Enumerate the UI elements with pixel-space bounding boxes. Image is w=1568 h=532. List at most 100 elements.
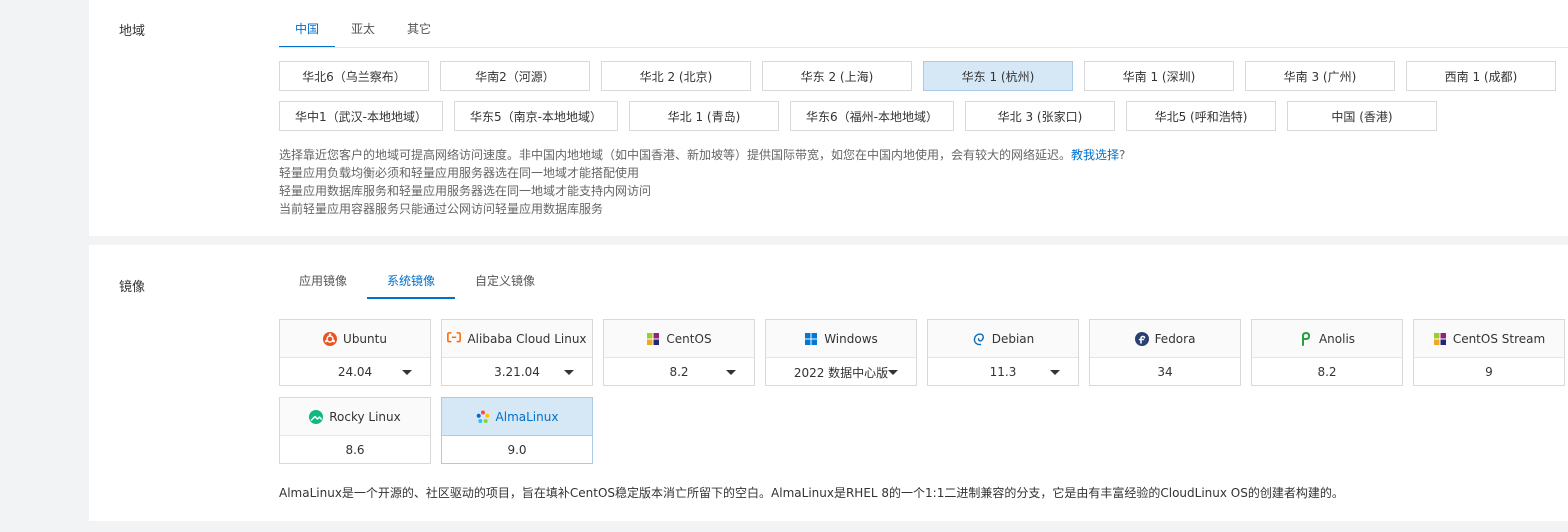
os-version: 9.0	[507, 443, 527, 457]
region-note-4: 当前轻量应用容器服务只能通过公网访问轻量应用数据库服务	[279, 202, 604, 216]
os-description: AlmaLinux是一个开源的、社区驱动的项目，旨在填补CentOS稳定版本消亡…	[279, 486, 1344, 500]
ubuntu-icon	[323, 331, 338, 346]
region-option[interactable]: 华北6（乌兰察布）	[279, 61, 429, 91]
os-version-select[interactable]: 8.2	[604, 358, 754, 386]
region-option[interactable]: 华南2（河源）	[440, 61, 590, 91]
region-option[interactable]: 华南 1 (深圳)	[1084, 61, 1234, 91]
os-grid: Ubuntu 24.04 Alibaba Cloud Linux 3.21.04…	[279, 319, 1568, 475]
os-card[interactable]: Windows 2022 数据中心版	[765, 319, 917, 386]
os-name: Alibaba Cloud Linux	[467, 331, 587, 346]
region-option[interactable]: 华东5（南京-本地地域）	[454, 101, 618, 131]
fedora-icon	[1134, 331, 1149, 346]
os-version-select[interactable]: 8.2	[1252, 358, 1402, 386]
os-card[interactable]: Fedora 34	[1089, 319, 1241, 386]
os-card[interactable]: Alibaba Cloud Linux 3.21.04	[441, 319, 593, 386]
os-version-select[interactable]: 8.6	[280, 436, 430, 464]
os-version: 8.2	[1317, 365, 1337, 379]
image-tab[interactable]: 系统镜像	[367, 271, 456, 299]
os-name: Rocky Linux	[329, 409, 401, 424]
region-tab[interactable]: 亚太	[335, 20, 391, 47]
caret-down-icon[interactable]	[564, 370, 574, 375]
region-option[interactable]: 华中1（武汉-本地地域）	[279, 101, 443, 131]
os-version-select[interactable]: 9	[1414, 358, 1564, 386]
os-card-header[interactable]: Anolis	[1252, 320, 1402, 358]
os-version: 8.6	[345, 443, 365, 457]
os-version: 34	[1157, 365, 1173, 379]
os-card-header[interactable]: Windows	[766, 320, 916, 358]
image-section: 镜像 应用镜像 系统镜像 自定义镜像 Ubuntu 24.04 Alibaba Cl…	[89, 245, 1568, 521]
caret-down-icon[interactable]	[888, 370, 898, 375]
os-card[interactable]: AlmaLinux 9.0	[441, 397, 593, 464]
caret-down-icon[interactable]	[402, 370, 412, 375]
os-card-header[interactable]: Alibaba Cloud Linux	[442, 320, 592, 358]
region-note-1: 选择靠近您客户的地域可提高网络访问速度。非中国内地地域（如中国香港、新加坡等）提…	[279, 148, 1126, 162]
os-row: Rocky Linux 8.6 AlmaLinux 9.0	[279, 397, 1568, 464]
region-option[interactable]: 华北5 (呼和浩特)	[1126, 101, 1276, 131]
windows-icon	[804, 332, 818, 346]
os-card-header[interactable]: CentOS	[604, 320, 754, 358]
os-card[interactable]: Rocky Linux 8.6	[279, 397, 431, 464]
os-version-select[interactable]: 3.21.04	[442, 358, 592, 386]
os-card[interactable]: Debian 11.3	[927, 319, 1079, 386]
os-version: 11.3	[989, 365, 1017, 379]
image-label: 镜像	[119, 280, 146, 295]
region-option[interactable]: 华北 1 (青岛)	[629, 101, 779, 131]
os-card-header[interactable]: CentOS Stream	[1414, 320, 1564, 358]
region-notes: 选择靠近您客户的地域可提高网络访问速度。非中国内地地域（如中国香港、新加坡等）提…	[279, 146, 1125, 218]
debian-icon	[972, 332, 986, 346]
os-version-select[interactable]: 2022 数据中心版	[766, 358, 916, 386]
region-note-2: 轻量应用负载均衡必须和轻量应用服务器选在同一地域才能搭配使用	[279, 166, 640, 180]
os-version: 8.2	[669, 365, 689, 379]
image-tab[interactable]: 应用镜像	[279, 271, 367, 298]
region-option[interactable]: 华南 3 (广州)	[1245, 61, 1395, 91]
os-version: 2022 数据中心版	[793, 365, 889, 380]
region-option[interactable]: 西南 1 (成都)	[1406, 61, 1556, 91]
os-row: Ubuntu 24.04 Alibaba Cloud Linux 3.21.04…	[279, 319, 1568, 386]
almalinux-icon	[476, 410, 490, 424]
os-version: 24.04	[337, 365, 373, 379]
os-card[interactable]: Anolis 8.2	[1251, 319, 1403, 386]
region-grid: 华北6（乌兰察布） 华南2（河源） 华北 2 (北京) 华东 2 (上海) 华东 1 (…	[279, 61, 1568, 141]
os-version-select[interactable]: 24.04	[280, 358, 430, 386]
os-card[interactable]: CentOS Stream 9	[1413, 319, 1565, 386]
os-name: Fedora	[1154, 331, 1196, 346]
region-option[interactable]: 华东 1 (杭州)	[923, 61, 1073, 91]
region-section: 地域 中国 亚太 其它 华北6（乌兰察布） 华南2（河源） 华北 2 (北京) 华东 2 …	[89, 0, 1568, 236]
region-row: 华北6（乌兰察布） 华南2（河源） 华北 2 (北京) 华东 2 (上海) 华东 1 (…	[279, 61, 1568, 91]
os-card-header[interactable]: Debian	[928, 320, 1078, 358]
anolis-icon	[1299, 331, 1313, 346]
os-version: 3.21.04	[494, 365, 540, 379]
os-name: Anolis	[1318, 331, 1356, 346]
region-tab[interactable]: 中国	[279, 20, 336, 48]
os-card[interactable]: CentOS 8.2	[603, 319, 755, 386]
os-name: Ubuntu	[343, 331, 387, 346]
region-option[interactable]: 华北 2 (北京)	[601, 61, 751, 91]
os-card-header[interactable]: AlmaLinux	[442, 398, 592, 436]
region-option[interactable]: 中国 (香港)	[1287, 101, 1437, 131]
caret-down-icon[interactable]	[1050, 370, 1060, 375]
os-card[interactable]: Ubuntu 24.04	[279, 319, 431, 386]
help-choose-link[interactable]: 教我选择	[1071, 148, 1119, 162]
os-name: AlmaLinux	[495, 409, 559, 424]
os-version-select[interactable]: 11.3	[928, 358, 1078, 386]
region-option[interactable]: 华东 2 (上海)	[762, 61, 912, 91]
region-row: 华中1（武汉-本地地域） 华东5（南京-本地地域） 华北 1 (青岛) 华东6（福州-…	[279, 101, 1568, 131]
alibaba-cloud-icon	[447, 332, 462, 346]
region-label: 地域	[119, 24, 146, 39]
os-card-header[interactable]: Fedora	[1090, 320, 1240, 358]
os-card-header[interactable]: Rocky Linux	[280, 398, 430, 436]
centos-icon	[1432, 331, 1447, 346]
os-name: CentOS	[666, 331, 712, 346]
region-option[interactable]: 华北 3 (张家口)	[965, 101, 1115, 131]
os-version: 9	[1485, 365, 1493, 379]
caret-down-icon[interactable]	[726, 370, 736, 375]
os-version-select[interactable]: 9.0	[442, 436, 592, 464]
image-tab[interactable]: 自定义镜像	[455, 271, 555, 298]
os-version-select[interactable]: 34	[1090, 358, 1240, 386]
region-tab-divider	[279, 47, 1568, 48]
os-card-header[interactable]: Ubuntu	[280, 320, 430, 358]
rocky-linux-icon	[309, 409, 324, 424]
region-option[interactable]: 华东6（福州-本地地域）	[790, 101, 954, 131]
region-tab[interactable]: 其它	[391, 20, 447, 47]
image-tabs: 应用镜像 系统镜像 自定义镜像	[279, 271, 555, 299]
